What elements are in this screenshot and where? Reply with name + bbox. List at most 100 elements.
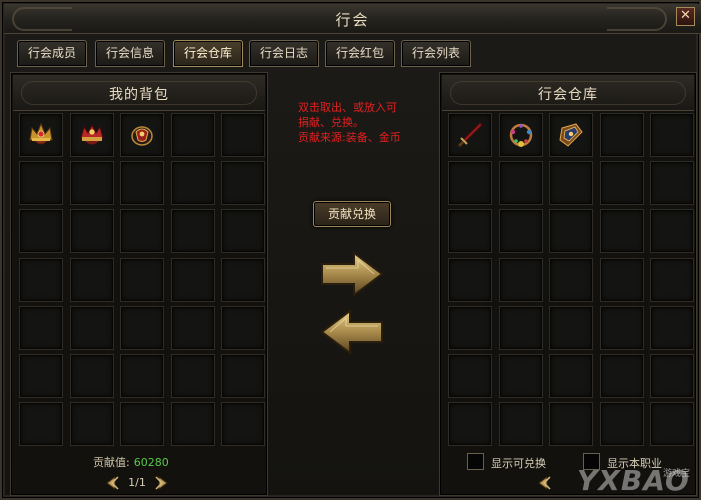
warehouse-slot[interactable]: [549, 402, 593, 447]
bag-slot[interactable]: [170, 209, 215, 254]
warehouse-slot[interactable]: [650, 113, 694, 157]
bag-slot[interactable]: [170, 257, 215, 302]
warehouse-slot[interactable]: [498, 402, 543, 447]
warehouse-slot[interactable]: [599, 113, 644, 157]
bag-slot[interactable]: [170, 161, 215, 206]
guild-warehouse-title: 行会仓库: [538, 87, 598, 103]
close-icon: ✕: [680, 8, 691, 23]
warehouse-slot[interactable]: [599, 257, 644, 302]
warehouse-slot[interactable]: [650, 305, 694, 350]
warehouse-slot[interactable]: [549, 305, 593, 350]
warehouse-slot[interactable]: [498, 113, 543, 157]
warehouse-slot[interactable]: [599, 402, 644, 447]
prev-page-icon[interactable]: [535, 475, 551, 491]
bag-slot[interactable]: [69, 161, 114, 206]
warehouse-slot[interactable]: [599, 209, 644, 254]
show-exchangeable-checkbox[interactable]: [467, 453, 484, 470]
instruction-line: 双击取出、或放入可: [298, 101, 397, 114]
warehouse-slot[interactable]: [549, 161, 593, 206]
gauntlet-red-icon: [127, 120, 157, 150]
bag-slot[interactable]: [19, 402, 63, 447]
bag-slot[interactable]: [221, 257, 265, 302]
bag-slot[interactable]: [170, 354, 215, 398]
warehouse-slot[interactable]: [448, 161, 492, 206]
warehouse-slot[interactable]: [599, 161, 644, 206]
bag-slot[interactable]: [120, 402, 164, 447]
warehouse-slot[interactable]: [549, 209, 593, 254]
close-button[interactable]: ✕: [676, 7, 695, 26]
bag-slot[interactable]: [120, 209, 164, 254]
bag-slot[interactable]: [69, 209, 114, 254]
warehouse-slot[interactable]: [599, 354, 644, 398]
guild-warehouse-panel: 行会仓库: [439, 72, 697, 496]
my-bag-title: 我的背包: [109, 87, 169, 103]
ornate-bracer-icon: [556, 120, 586, 150]
bag-slot[interactable]: [221, 354, 265, 398]
tab-red-packet[interactable]: 行会红包: [325, 40, 395, 67]
warehouse-slot[interactable]: [448, 354, 492, 398]
warehouse-slot[interactable]: [650, 402, 694, 447]
bag-slot[interactable]: [19, 161, 63, 206]
warehouse-slot[interactable]: [448, 305, 492, 350]
bag-slot[interactable]: [221, 402, 265, 447]
page-indicator: 1/1: [128, 476, 146, 489]
bag-slot[interactable]: [19, 209, 63, 254]
warehouse-slot[interactable]: [498, 209, 543, 254]
tab-info[interactable]: 行会信息: [95, 40, 165, 67]
warehouse-slot[interactable]: [448, 257, 492, 302]
bag-slot[interactable]: [120, 257, 164, 302]
tab-guild-list[interactable]: 行会列表: [401, 40, 471, 67]
show-exchangeable-label: 显示可兑换: [491, 457, 546, 470]
prev-page-icon[interactable]: [103, 475, 119, 491]
my-bag-header: 我的背包: [13, 75, 265, 111]
warehouse-slot[interactable]: [498, 354, 543, 398]
bag-slot[interactable]: [69, 305, 114, 350]
warehouse-slot[interactable]: [650, 257, 694, 302]
bag-slot[interactable]: [19, 113, 63, 157]
warehouse-slot[interactable]: [448, 113, 492, 157]
next-page-icon[interactable]: [155, 475, 171, 491]
tab-log[interactable]: 行会日志: [249, 40, 319, 67]
tab-warehouse[interactable]: 行会仓库: [173, 40, 243, 67]
bag-slot[interactable]: [170, 402, 215, 447]
tab-members[interactable]: 行会成员: [17, 40, 87, 67]
warehouse-slot[interactable]: [549, 113, 593, 157]
warehouse-slot[interactable]: [448, 209, 492, 254]
bag-slot[interactable]: [19, 305, 63, 350]
warehouse-slot[interactable]: [650, 354, 694, 398]
contribution-exchange-button[interactable]: 贡献兑换: [313, 201, 391, 227]
bag-slot[interactable]: [170, 305, 215, 350]
bag-slot[interactable]: [120, 113, 164, 157]
bag-slot[interactable]: [69, 113, 114, 157]
move-left-arrow-icon[interactable]: [320, 308, 384, 356]
warehouse-slot[interactable]: [549, 257, 593, 302]
warehouse-slot[interactable]: [448, 402, 492, 447]
contribution-display: 贡献值: 60280: [93, 454, 169, 470]
warehouse-slot[interactable]: [498, 257, 543, 302]
warehouse-slot[interactable]: [498, 305, 543, 350]
move-right-arrow-icon[interactable]: [320, 250, 384, 298]
bag-slot[interactable]: [69, 257, 114, 302]
bag-slot[interactable]: [221, 305, 265, 350]
bag-slot[interactable]: [120, 354, 164, 398]
bag-slot[interactable]: [19, 257, 63, 302]
warehouse-slot[interactable]: [599, 305, 644, 350]
bag-slot[interactable]: [120, 305, 164, 350]
warehouse-slot[interactable]: [650, 209, 694, 254]
bag-slot[interactable]: [221, 209, 265, 254]
bag-slot[interactable]: [19, 354, 63, 398]
my-bag-panel: 我的背包: [10, 72, 268, 496]
warehouse-slot[interactable]: [549, 354, 593, 398]
title-bar[interactable]: 行会: [4, 4, 701, 34]
bag-slot[interactable]: [69, 354, 114, 398]
window-title: 行会: [335, 11, 370, 29]
bag-slot[interactable]: [221, 161, 265, 206]
bag-slot[interactable]: [69, 402, 114, 447]
warehouse-slot[interactable]: [650, 161, 694, 206]
bag-slot[interactable]: [120, 161, 164, 206]
warehouse-slot[interactable]: [498, 161, 543, 206]
watermark-logo: YXBAO 游戏宝: [577, 464, 701, 500]
bag-slot[interactable]: [170, 113, 215, 157]
bag-slot[interactable]: [221, 113, 265, 157]
instruction-line: 贡献来源:装备、金币: [298, 131, 401, 144]
